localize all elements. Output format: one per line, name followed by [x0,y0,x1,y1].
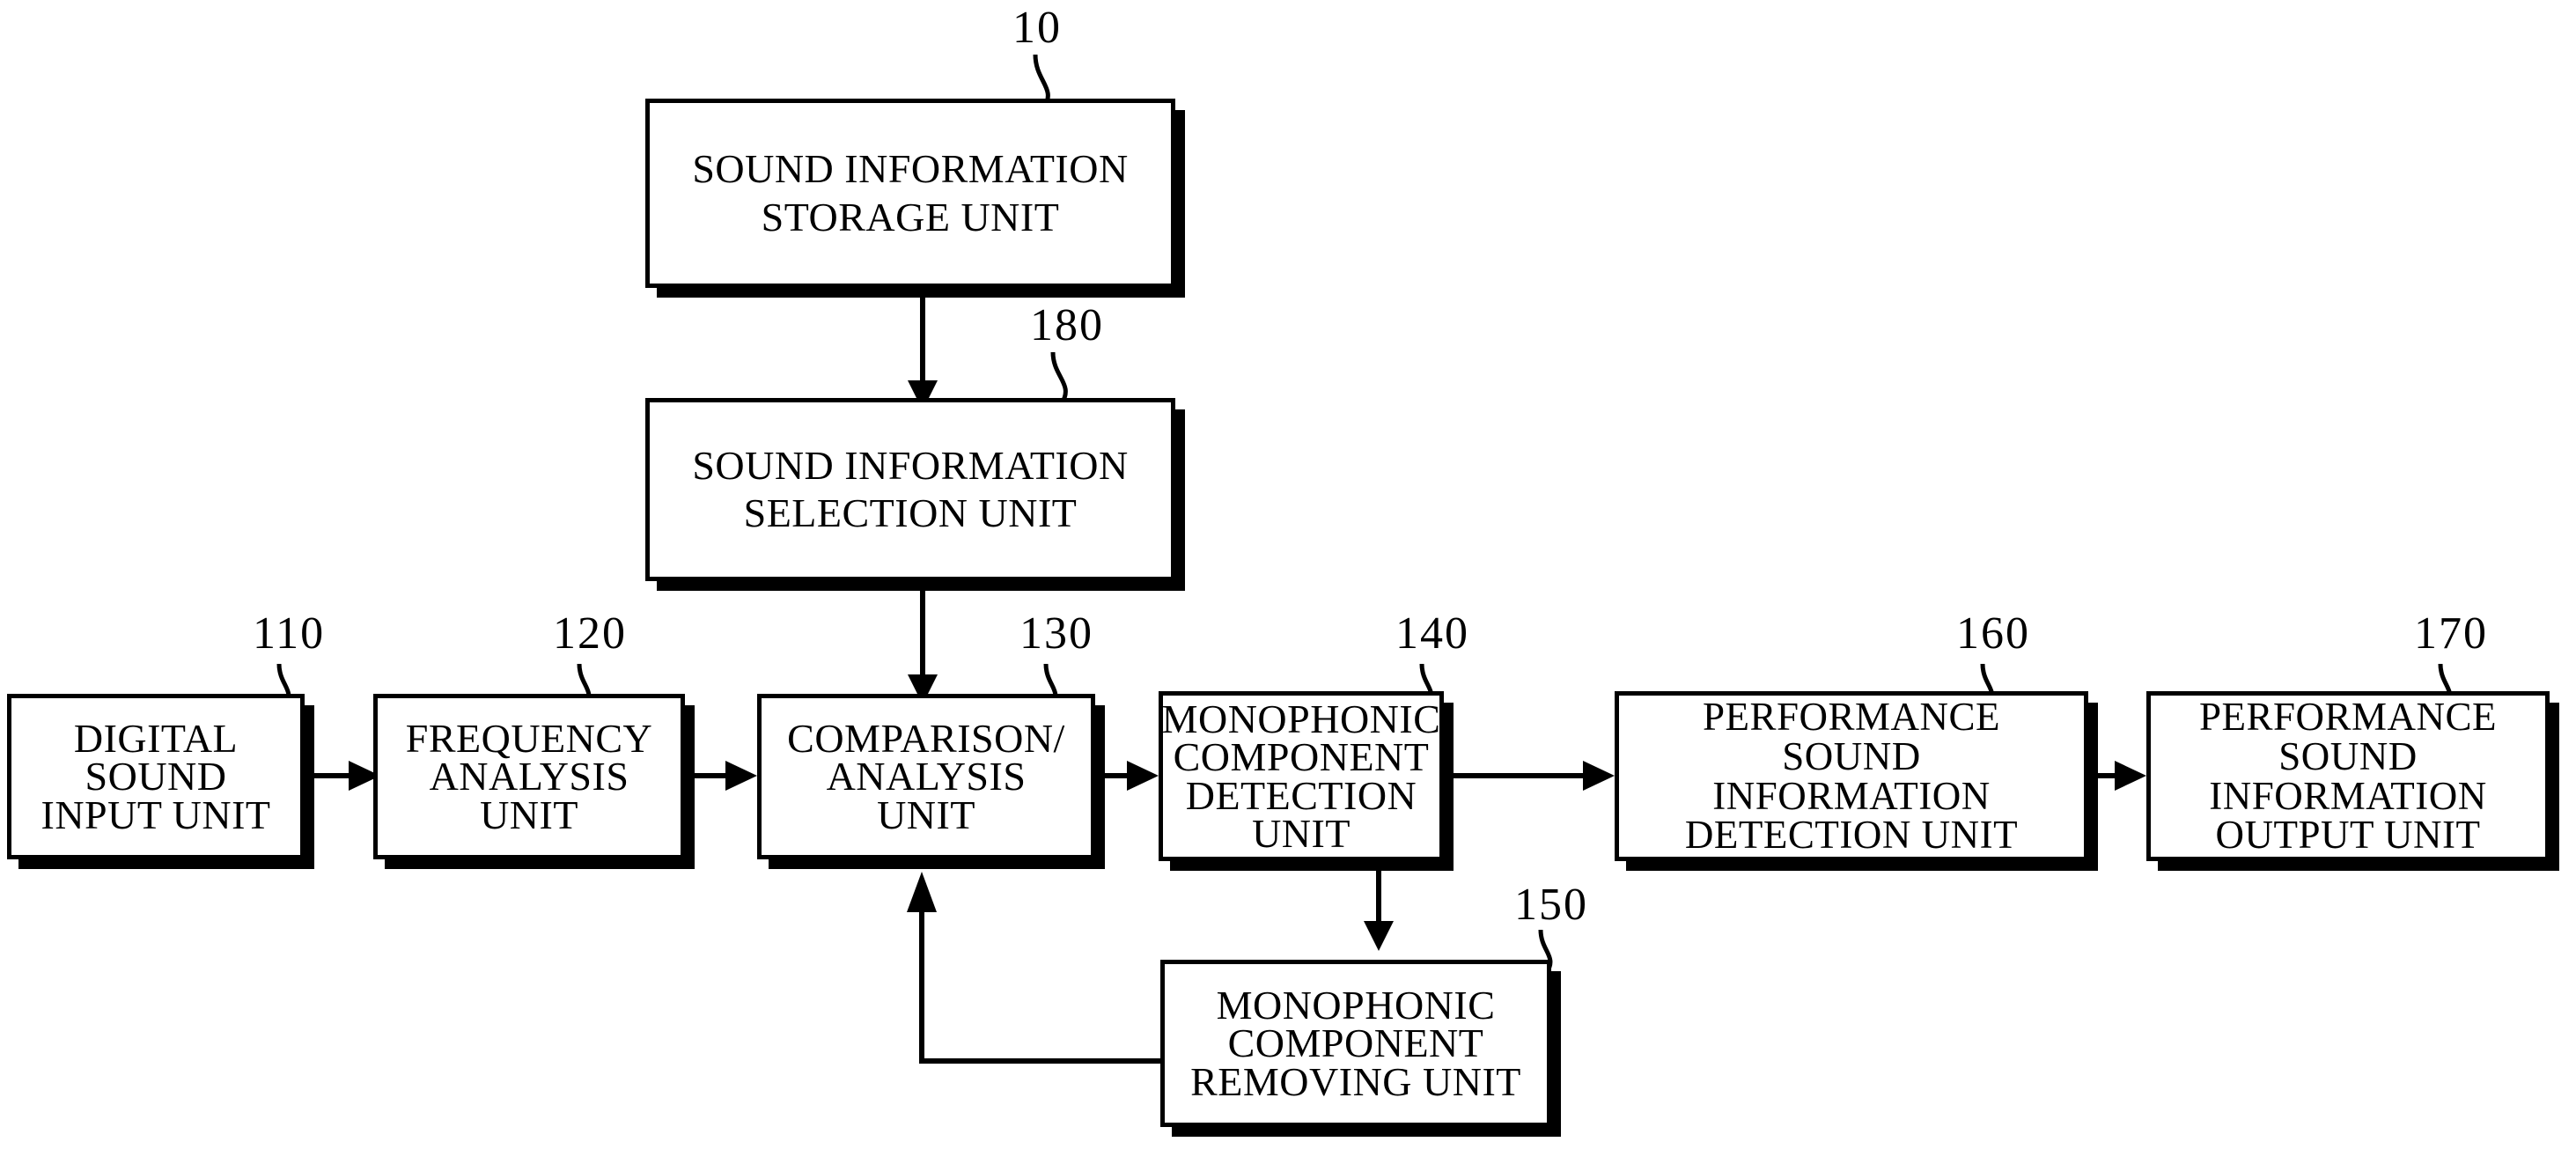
block-sound-information-storage-unit[interactable]: SOUND INFORMATION STORAGE UNIT [645,99,1175,288]
block-label: FREQUENCY ANALYSIS UNIT [405,716,653,837]
block-comparison-analysis-unit[interactable]: COMPARISON/ ANALYSIS UNIT [757,694,1095,859]
block-label: SOUND INFORMATION SELECTION UNIT [692,442,1129,535]
block-label: SOUND INFORMATION STORAGE UNIT [692,146,1129,239]
block-frequency-analysis-unit[interactable]: FREQUENCY ANALYSIS UNIT [373,694,685,859]
block-label: PERFORMANCE SOUND INFORMATION OUTPUT UNI… [2198,695,2498,858]
block-monophonic-component-removing-unit[interactable]: MONOPHONIC COMPONENT REMOVING UNIT [1160,960,1551,1127]
block-label: DIGITAL SOUND INPUT UNIT [40,716,271,837]
block-performance-sound-information-detection-unit[interactable]: PERFORMANCE SOUND INFORMATION DETECTION … [1615,691,2088,861]
block-label: MONOPHONIC COMPONENT REMOVING UNIT [1190,983,1521,1104]
block-digital-sound-input-unit[interactable]: DIGITAL SOUND INPUT UNIT [7,694,305,859]
block-label: COMPARISON/ ANALYSIS UNIT [787,716,1065,837]
block-label: PERFORMANCE SOUND INFORMATION DETECTION … [1684,695,2019,858]
block-label: MONOPHONIC COMPONENT DETECTION UNIT [1161,696,1441,856]
patent-figure-canvas: 10 180 110 120 130 140 150 160 170 SOUND… [0,0,2576,1164]
block-performance-sound-information-output-unit[interactable]: PERFORMANCE SOUND INFORMATION OUTPUT UNI… [2146,691,2550,861]
block-monophonic-component-detection-unit[interactable]: MONOPHONIC COMPONENT DETECTION UNIT [1159,691,1444,861]
block-sound-information-selection-unit[interactable]: SOUND INFORMATION SELECTION UNIT [645,398,1175,581]
